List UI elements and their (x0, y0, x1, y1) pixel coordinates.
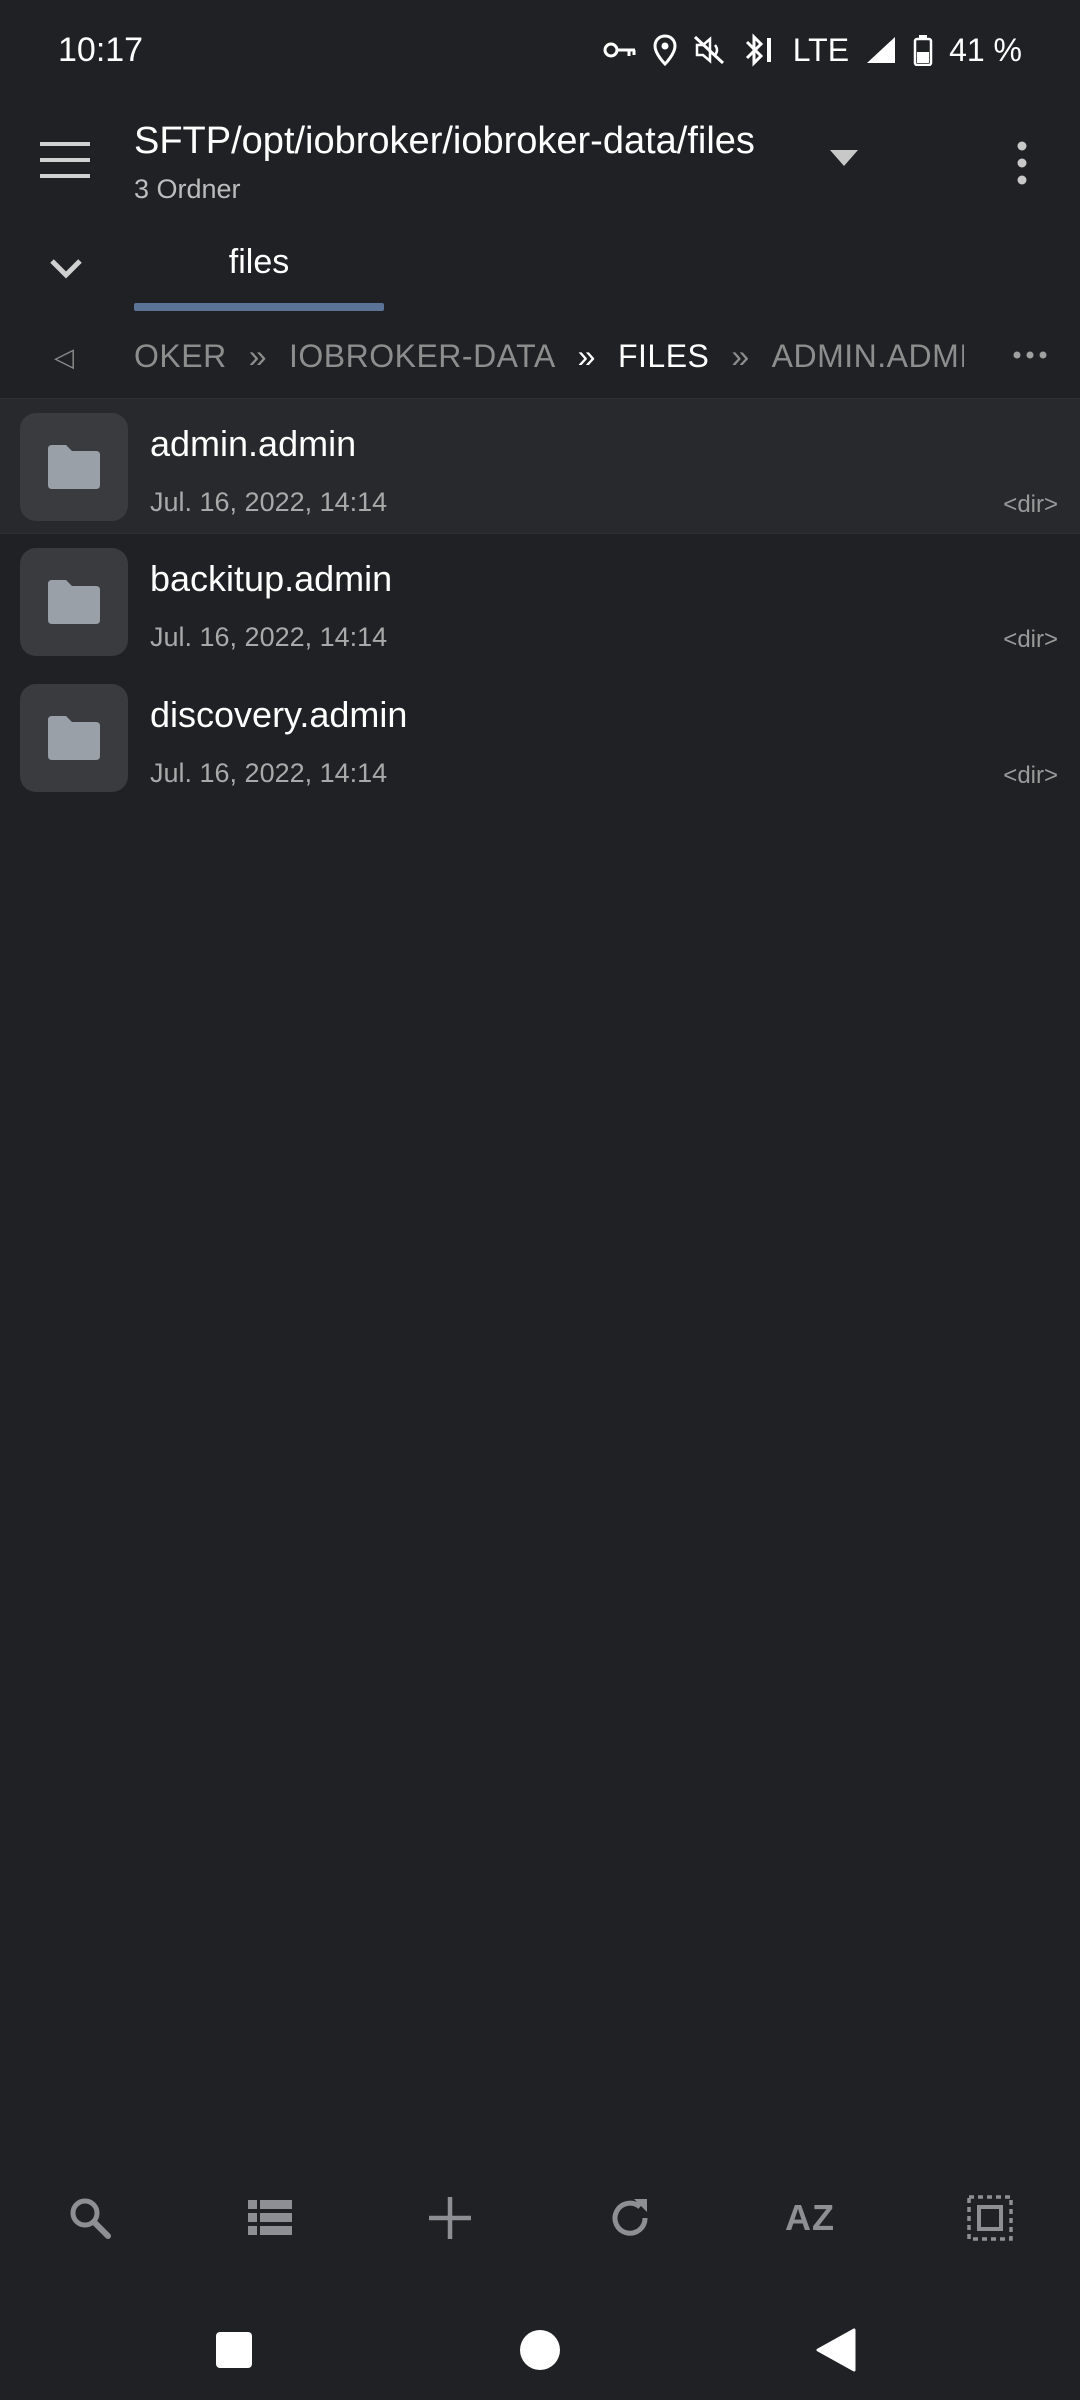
status-icons: LTE 41 % (603, 32, 1022, 69)
file-date: Jul. 16, 2022, 14:14 (150, 487, 388, 517)
status-time: 10:17 (58, 30, 144, 69)
breadcrumb: ◁ OKER » IOBROKER-DATA » FILES » ADMIN.ADMIN (0, 318, 1080, 398)
breadcrumb-separator: » (731, 338, 750, 374)
circle-icon (520, 2330, 560, 2370)
system-nav-bar (0, 2290, 1080, 2400)
folder-icon (20, 684, 128, 792)
bluetooth-icon (741, 33, 777, 67)
select-all-icon (967, 2195, 1013, 2241)
signal-icon (865, 35, 897, 65)
refresh-icon (612, 2199, 648, 2236)
status-bar: 10:17 LTE 41 % (0, 0, 1080, 100)
list-item[interactable]: backitup.admin Jul. 16, 2022, 14:14 <dir… (0, 534, 1080, 670)
file-name: discovery.admin (150, 694, 408, 735)
triangle-back-icon (816, 2328, 856, 2372)
breadcrumb-item-files[interactable]: FILES (618, 338, 709, 375)
sort-button[interactable]: AZ (765, 2173, 855, 2263)
more-horiz-icon (1013, 351, 1047, 359)
list-view-icon (248, 2200, 292, 2235)
recents-button[interactable] (194, 2310, 274, 2390)
tabs-expand-button[interactable] (46, 253, 86, 283)
breadcrumb-separator: » (577, 338, 596, 374)
breadcrumb-more-button[interactable] (1012, 348, 1048, 360)
list-item[interactable]: discovery.admin Jul. 16, 2022, 14:14 <di… (0, 670, 1080, 806)
refresh-button[interactable] (585, 2173, 675, 2263)
select-all-button[interactable] (945, 2173, 1035, 2263)
bottom-toolbar: AZ (0, 2168, 1080, 2268)
file-type: <dir> (1003, 491, 1058, 518)
app-toolbar: SFTP/opt/iobroker/iobroker-data/files 3 … (0, 100, 1080, 220)
add-icon (429, 2197, 471, 2239)
location-dropdown-button[interactable] (828, 148, 860, 168)
view-mode-button[interactable] (225, 2173, 315, 2263)
breadcrumb-item-iobroker[interactable]: OKER (134, 338, 227, 375)
location-icon (653, 34, 677, 66)
sort-az-icon: AZ (785, 2197, 835, 2238)
square-icon (216, 2332, 252, 2368)
file-date: Jul. 16, 2022, 14:14 (150, 758, 388, 788)
tab-bar: files (0, 225, 1080, 315)
hamburger-icon (40, 142, 90, 178)
search-icon (70, 2198, 111, 2239)
add-button[interactable] (405, 2173, 495, 2263)
breadcrumb-back-icon[interactable]: ◁ (54, 342, 74, 373)
back-button[interactable] (796, 2310, 876, 2390)
network-type: LTE (792, 31, 850, 68)
more-vert-icon (1017, 141, 1027, 185)
page-title[interactable]: SFTP/opt/iobroker/iobroker-data/files (134, 120, 755, 163)
tab-files[interactable]: files (134, 225, 384, 315)
list-item[interactable]: admin.admin Jul. 16, 2022, 14:14 <dir> (0, 398, 1080, 534)
folder-icon (20, 548, 128, 656)
file-type: <dir> (1003, 762, 1058, 789)
file-type: <dir> (1003, 626, 1058, 653)
caret-down-icon (830, 150, 858, 166)
battery-level: 41 % (949, 31, 1022, 68)
breadcrumb-item-admin-admin[interactable]: ADMIN.ADMIN (772, 338, 964, 375)
breadcrumb-track: OKER » IOBROKER-DATA » FILES » ADMIN.ADMIN (134, 338, 964, 378)
file-name: backitup.admin (150, 558, 393, 599)
breadcrumb-item-iobroker-data[interactable]: IOBROKER-DATA (289, 338, 556, 375)
tab-active-indicator (134, 303, 384, 311)
overflow-menu-button[interactable] (1006, 138, 1038, 188)
page-subtitle: 3 Ordner (134, 174, 241, 204)
battery-icon (913, 34, 933, 66)
folder-icon (20, 413, 128, 521)
breadcrumb-separator: » (248, 338, 267, 374)
file-date: Jul. 16, 2022, 14:14 (150, 622, 388, 652)
file-name: admin.admin (150, 423, 357, 464)
vpn-key-icon (603, 39, 637, 61)
search-button[interactable] (45, 2173, 135, 2263)
menu-button[interactable] (38, 138, 94, 182)
mute-icon (693, 35, 725, 65)
home-button[interactable] (500, 2310, 580, 2390)
file-list: admin.admin Jul. 16, 2022, 14:14 <dir> b… (0, 398, 1080, 806)
tab-label: files (228, 243, 290, 281)
chevron-down-icon (50, 259, 82, 279)
